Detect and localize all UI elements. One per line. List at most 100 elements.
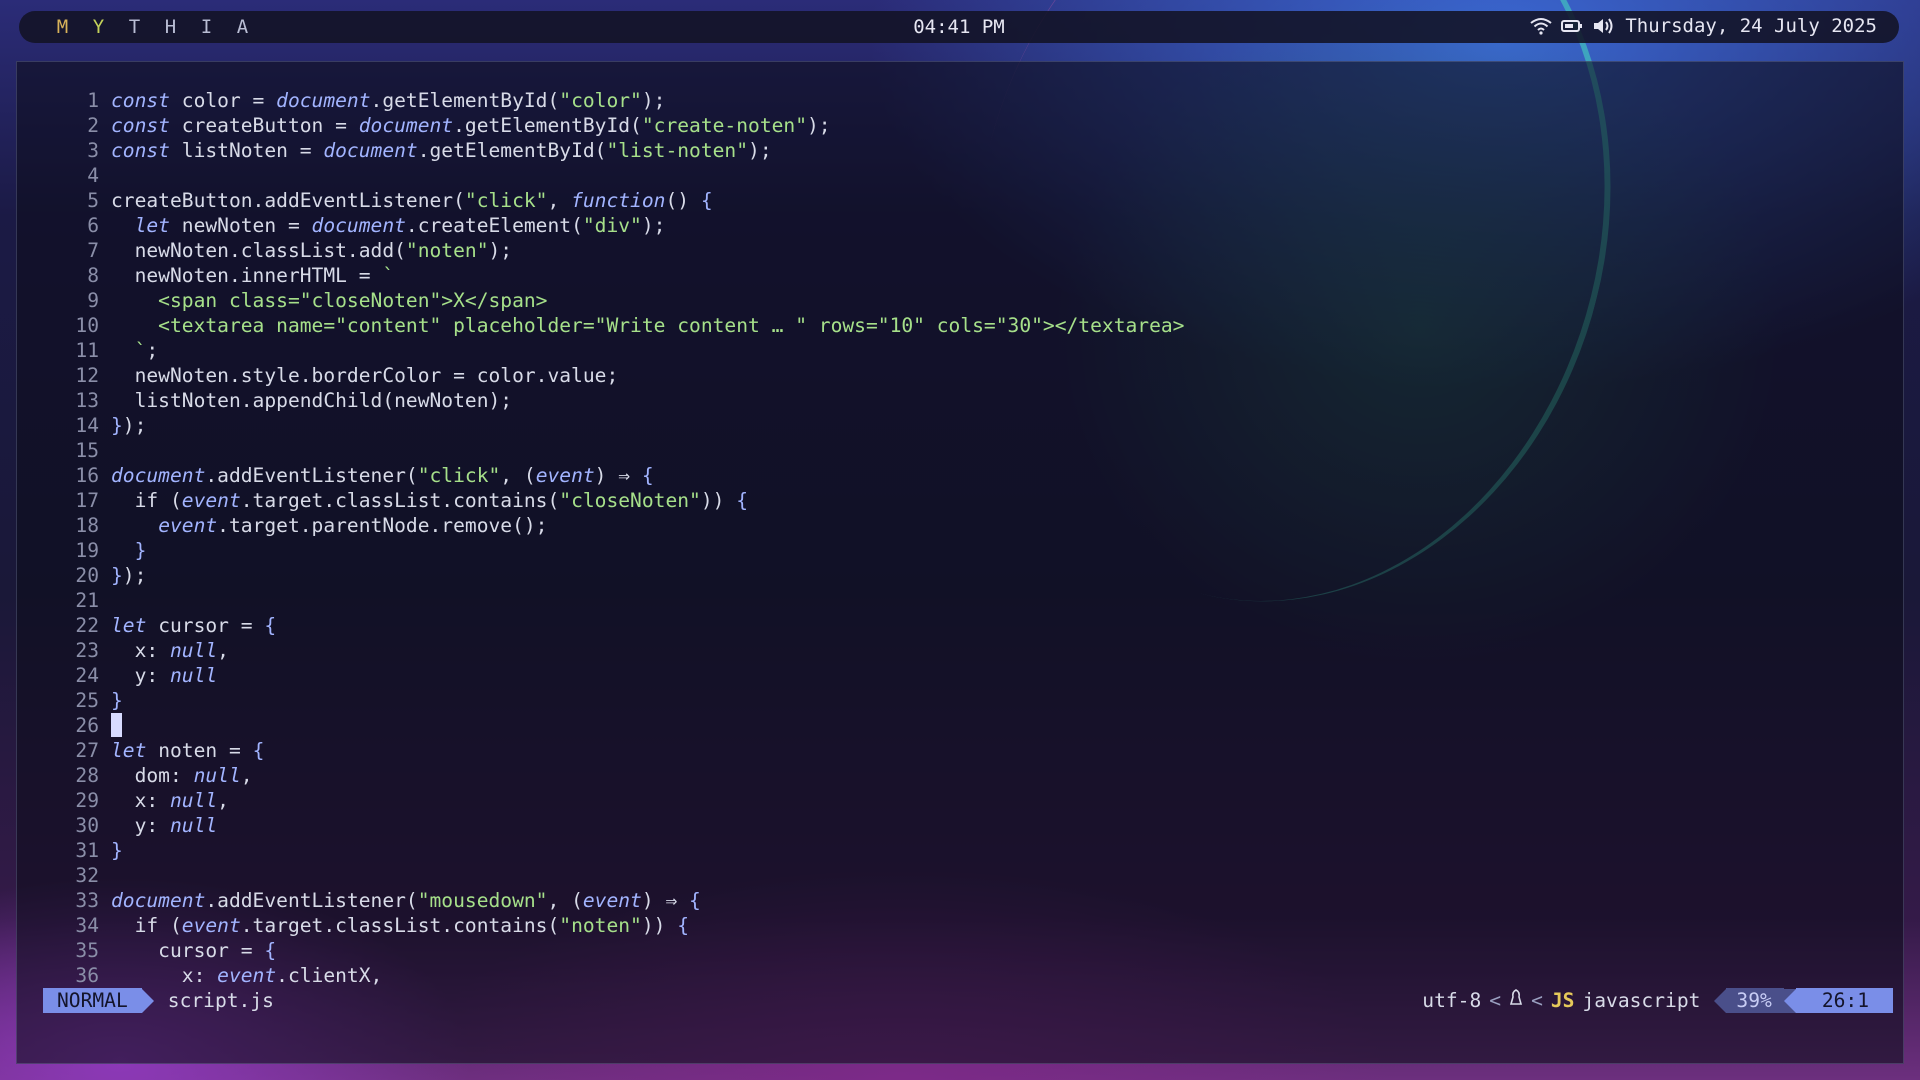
code-token: event bbox=[582, 889, 642, 912]
code-token: ) ⇒ bbox=[594, 464, 642, 487]
code-line[interactable]: 23 x: null, bbox=[59, 638, 1184, 663]
code-line[interactable]: 8 newNoten.innerHTML = ` bbox=[59, 263, 1184, 288]
battery-icon[interactable] bbox=[1561, 18, 1583, 34]
volume-icon[interactable] bbox=[1592, 17, 1616, 35]
line-number: 4 bbox=[87, 164, 99, 187]
line-text: <textarea name="content" placeholder="Wr… bbox=[111, 313, 1184, 338]
line-text: document.addEventListener("click", (even… bbox=[111, 463, 654, 488]
code-line[interactable]: 7 newNoten.classList.add("noten"); bbox=[59, 238, 1184, 263]
line-number: 28 bbox=[75, 764, 99, 787]
code-line[interactable]: 26 bbox=[59, 713, 1184, 738]
code-token: if ( bbox=[111, 914, 182, 937]
code-line[interactable]: 29 x: null, bbox=[59, 788, 1184, 813]
code-line[interactable]: 12 newNoten.style.borderColor = color.va… bbox=[59, 363, 1184, 388]
code-token: createButton.addEventListener( bbox=[111, 189, 465, 212]
code-line[interactable]: 5 createButton.addEventListener("click", … bbox=[59, 188, 1184, 213]
code-token: "mousedown" bbox=[417, 889, 548, 912]
code-area[interactable]: 1 const color = document.getElementById("… bbox=[59, 88, 1184, 988]
code-line[interactable]: 2 const createButton = document.getElemen… bbox=[59, 113, 1184, 138]
line-text: y: null bbox=[111, 663, 218, 688]
code-token: { bbox=[252, 739, 265, 762]
code-line[interactable]: 24 y: null bbox=[59, 663, 1184, 688]
code-line[interactable]: 13 listNoten.appendChild(newNoten); bbox=[59, 388, 1184, 413]
code-line[interactable]: 4 bbox=[59, 163, 1184, 188]
line-text: } bbox=[111, 688, 123, 713]
code-token: cursor = bbox=[158, 614, 265, 637]
code-token: } bbox=[111, 414, 123, 437]
code-token: let bbox=[111, 739, 147, 762]
line-number: 10 bbox=[75, 314, 99, 337]
line-text: y: null bbox=[111, 813, 218, 838]
code-line[interactable]: 9 <span class="closeNoten">X</span> bbox=[59, 288, 1184, 313]
code-line[interactable]: 27 let noten = { bbox=[59, 738, 1184, 763]
code-line[interactable]: 3 const listNoten = document.getElementBy… bbox=[59, 138, 1184, 163]
code-token: null bbox=[169, 664, 218, 687]
code-line[interactable]: 18 event.target.parentNode.remove(); bbox=[59, 513, 1184, 538]
javascript-icon: JS bbox=[1550, 989, 1575, 1012]
code-token: event bbox=[535, 464, 595, 487]
line-number: 2 bbox=[87, 114, 99, 137]
code-token: document bbox=[358, 114, 454, 137]
code-line[interactable]: 35 cursor = { bbox=[59, 938, 1184, 963]
code-token: ) ⇒ bbox=[641, 889, 690, 912]
code-token: null bbox=[169, 789, 218, 812]
code-token: x: bbox=[111, 789, 170, 812]
line-text: listNoten.appendChild(newNoten); bbox=[111, 388, 513, 413]
editor-window[interactable]: 1 const color = document.getElementById("… bbox=[16, 61, 1904, 1064]
code-line[interactable]: 32 bbox=[59, 863, 1184, 888]
code-token: const bbox=[111, 89, 170, 112]
code-token: event bbox=[217, 964, 277, 987]
line-number: 7 bbox=[87, 239, 99, 262]
line-number: 22 bbox=[75, 614, 99, 637]
code-token: ); bbox=[641, 214, 666, 237]
line-number: 5 bbox=[87, 189, 99, 212]
code-token: } bbox=[134, 539, 147, 562]
code-line[interactable]: 33 document.addEventListener("mousedown",… bbox=[59, 888, 1184, 913]
code-line[interactable]: 20}); bbox=[59, 563, 1184, 588]
line-number: 25 bbox=[75, 689, 99, 712]
code-line[interactable]: 21 bbox=[59, 588, 1184, 613]
code-token: , bbox=[217, 789, 229, 812]
code-token: , bbox=[240, 764, 253, 787]
mode-separator bbox=[141, 988, 154, 1013]
line-text: dom: null, bbox=[111, 763, 253, 788]
line-number: 6 bbox=[87, 214, 99, 237]
code-line[interactable]: 17 if (event.target.classList.contains("… bbox=[59, 488, 1184, 513]
code-token: , bbox=[217, 639, 229, 662]
code-token: cursor = bbox=[111, 939, 265, 962]
code-line[interactable]: 16 document.addEventListener("click", (ev… bbox=[59, 463, 1184, 488]
code-token: null bbox=[169, 814, 218, 837]
code-token: "noten" bbox=[559, 914, 642, 937]
line-text: <span class="closeNoten">X</span> bbox=[111, 288, 547, 313]
line-number: 11 bbox=[75, 339, 99, 362]
code-token: x: bbox=[111, 639, 170, 662]
line-number: 19 bbox=[75, 539, 99, 562]
code-line[interactable]: 11 `; bbox=[59, 338, 1184, 363]
code-token: ); bbox=[122, 564, 147, 587]
line-number: 32 bbox=[75, 864, 99, 887]
code-token: listNoten = bbox=[181, 139, 324, 162]
code-line[interactable]: 34 if (event.target.classList.contains("… bbox=[59, 913, 1184, 938]
code-line[interactable]: 14}); bbox=[59, 413, 1184, 438]
code-token: ` bbox=[111, 339, 147, 362]
line-number: 14 bbox=[75, 414, 99, 437]
line-number: 24 bbox=[75, 664, 99, 687]
code-token: , ( bbox=[500, 464, 536, 487]
code-line[interactable]: 22 let cursor = { bbox=[59, 613, 1184, 638]
line-text: event.target.parentNode.remove(); bbox=[111, 513, 547, 538]
line-text: let cursor = { bbox=[111, 613, 276, 638]
line-text: let newNoten = document.createElement("d… bbox=[111, 213, 666, 238]
code-line[interactable]: 19 } bbox=[59, 538, 1184, 563]
code-line[interactable]: 6 let newNoten = document.createElement(… bbox=[59, 213, 1184, 238]
code-line[interactable]: 10 <textarea name="content" placeholder=… bbox=[59, 313, 1184, 338]
encoding-label: utf-8 bbox=[1422, 989, 1482, 1012]
line-text: if (event.target.classList.contains("not… bbox=[111, 913, 689, 938]
code-line[interactable]: 28 dom: null, bbox=[59, 763, 1184, 788]
code-line[interactable]: 31} bbox=[59, 838, 1184, 863]
code-line[interactable]: 36 x: event.clientX, bbox=[59, 963, 1184, 988]
code-line[interactable]: 25} bbox=[59, 688, 1184, 713]
code-line[interactable]: 30 y: null bbox=[59, 813, 1184, 838]
code-line[interactable]: 1 const color = document.getElementById("… bbox=[59, 88, 1184, 113]
wifi-icon[interactable] bbox=[1530, 17, 1552, 35]
code-line[interactable]: 15 bbox=[59, 438, 1184, 463]
